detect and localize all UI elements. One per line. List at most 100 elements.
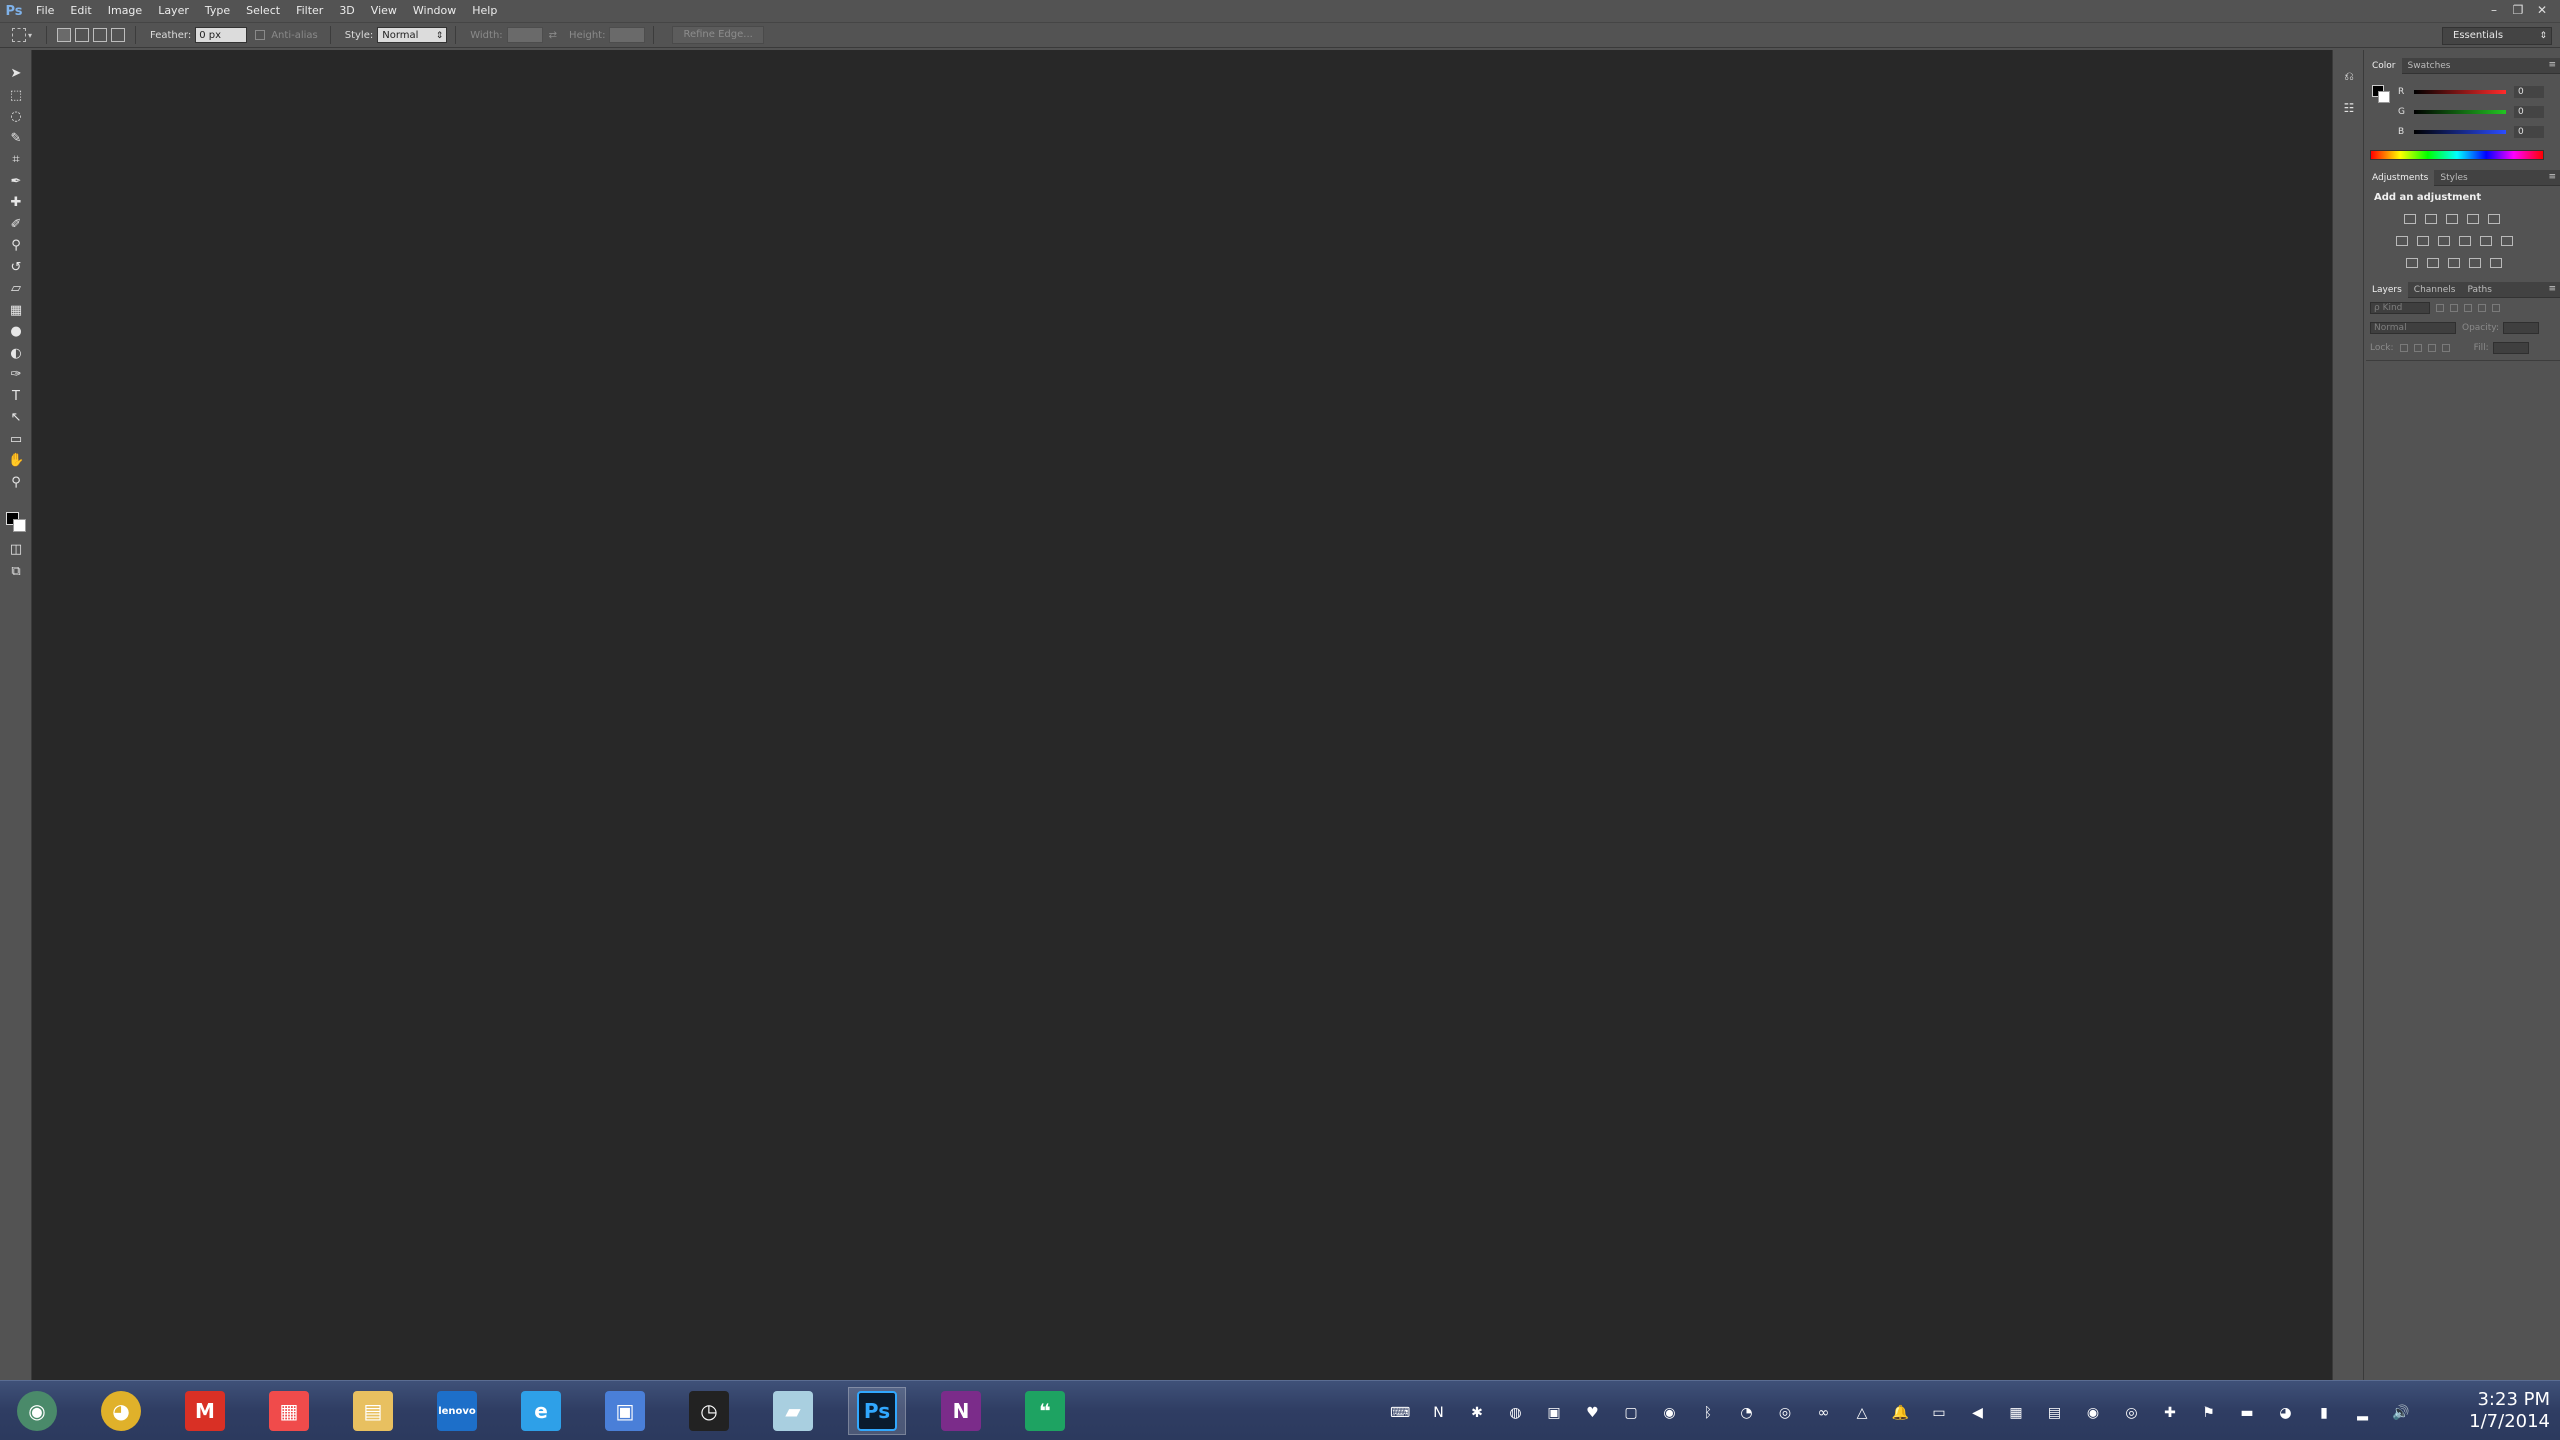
blend-mode-select[interactable]: Normal bbox=[2370, 322, 2456, 334]
taskbar-file-explorer-icon[interactable]: ▤ bbox=[344, 1387, 402, 1435]
norton-icon[interactable]: ◔ bbox=[1737, 1403, 1757, 1423]
tab-channels[interactable]: Channels bbox=[2408, 282, 2462, 298]
clock[interactable]: 3:23 PM 1/7/2014 bbox=[2450, 1389, 2550, 1433]
new-selection-icon[interactable] bbox=[57, 28, 72, 42]
intersect-selection-icon[interactable] bbox=[111, 28, 126, 42]
adjustment-3-5-icon[interactable] bbox=[2490, 258, 2502, 268]
workspace-select[interactable]: Essentials bbox=[2442, 27, 2552, 45]
pixel-filter-icon[interactable] bbox=[2436, 304, 2444, 312]
path-selection-tool-icon[interactable]: ↖ bbox=[8, 410, 24, 426]
add-to-selection-icon[interactable] bbox=[75, 28, 90, 42]
lock-all-icon[interactable] bbox=[2441, 344, 2450, 352]
camera-icon[interactable]: ▢ bbox=[1621, 1403, 1641, 1423]
brush-tool-icon[interactable]: ✐ bbox=[8, 217, 24, 233]
panel-menu-icon[interactable]: ≡ bbox=[2548, 284, 2556, 294]
swap-icon[interactable]: ⇄ bbox=[549, 30, 557, 41]
sync-icon[interactable]: ◎ bbox=[1775, 1403, 1795, 1423]
tab-styles[interactable]: Styles bbox=[2434, 170, 2473, 186]
lock-position-icon[interactable] bbox=[2427, 344, 2436, 352]
taskbar-gmail-icon[interactable]: M bbox=[176, 1387, 234, 1435]
taskbar-onenote-screen-clipper-icon[interactable]: N bbox=[932, 1387, 990, 1435]
adjustment-2-3-icon[interactable] bbox=[2438, 236, 2450, 246]
adjustment-3-1-icon[interactable] bbox=[2406, 258, 2418, 268]
pen-tool-icon[interactable]: ✑ bbox=[8, 367, 24, 383]
blue-channel-slider[interactable] bbox=[2414, 130, 2506, 134]
lock-image-icon[interactable] bbox=[2413, 344, 2422, 352]
zoom-tool-icon[interactable]: ⚲ bbox=[8, 475, 24, 491]
quick-mask-icon[interactable]: ◫ bbox=[8, 542, 24, 558]
menu-window[interactable]: Window bbox=[405, 0, 464, 22]
background-color-swatch[interactable] bbox=[13, 519, 26, 532]
red-channel-value[interactable]: 0 bbox=[2514, 86, 2544, 98]
battery-app-icon[interactable]: ◉ bbox=[2083, 1403, 2103, 1423]
eraser-tool-icon[interactable]: ▱ bbox=[8, 281, 24, 297]
adjustment-3-4-icon[interactable] bbox=[2469, 258, 2481, 268]
hand-tool-icon[interactable]: ✋ bbox=[8, 453, 24, 469]
quick-selection-tool-icon[interactable]: ✎ bbox=[8, 131, 24, 147]
usb-icon[interactable]: ▬ bbox=[2237, 1403, 2257, 1423]
onenote-icon[interactable]: N bbox=[1429, 1403, 1449, 1423]
restore-button[interactable]: ❐ bbox=[2506, 3, 2530, 19]
healing-brush-tool-icon[interactable]: ✚ bbox=[8, 195, 24, 211]
lasso-tool-icon[interactable]: ◌ bbox=[8, 109, 24, 125]
bluetooth-icon[interactable]: ᛒ bbox=[1698, 1403, 1718, 1423]
taskbar-scratchpad-icon[interactable]: ▰ bbox=[764, 1387, 822, 1435]
volume-mute-icon[interactable]: ◀ bbox=[1968, 1403, 1988, 1423]
adjustment-filter-icon[interactable] bbox=[2450, 304, 2458, 312]
refine-edge-button[interactable]: Refine Edge... bbox=[672, 26, 764, 44]
tab-color[interactable]: Color bbox=[2366, 57, 2402, 74]
network-monitor-icon[interactable]: ▦ bbox=[2006, 1403, 2026, 1423]
menu-view[interactable]: View bbox=[363, 0, 405, 22]
taskbar-photoshop-icon[interactable]: Ps bbox=[848, 1387, 906, 1435]
adjustment-3-3-icon[interactable] bbox=[2448, 258, 2460, 268]
taskbar-remote-desktop-icon[interactable]: ▣ bbox=[596, 1387, 654, 1435]
chevron-down-icon[interactable]: ▾ bbox=[28, 31, 32, 40]
hearts-icon[interactable]: ♥ bbox=[1583, 1403, 1603, 1423]
history-panel-icon[interactable]: ⎌ bbox=[2341, 68, 2357, 84]
adjustment-2-2-icon[interactable] bbox=[2417, 236, 2429, 246]
opacity-input[interactable] bbox=[2503, 322, 2539, 334]
menu-file[interactable]: File bbox=[28, 0, 62, 22]
rectangle-tool-icon[interactable]: ▭ bbox=[8, 432, 24, 448]
clone-stamp-tool-icon[interactable]: ⚲ bbox=[8, 238, 24, 254]
taskbar-start-orb-icon[interactable]: ◉ bbox=[8, 1387, 66, 1435]
history-brush-tool-icon[interactable]: ↺ bbox=[8, 260, 24, 276]
chrome-2-icon[interactable]: ◕ bbox=[2276, 1403, 2296, 1423]
adjustment-2-6-icon[interactable] bbox=[2501, 236, 2513, 246]
action-center-icon[interactable]: ▭ bbox=[1929, 1403, 1949, 1423]
layers-list[interactable] bbox=[2366, 360, 2560, 1400]
taskbar-stopwatch-icon[interactable]: ◷ bbox=[680, 1387, 738, 1435]
green-channel-slider[interactable] bbox=[2414, 110, 2506, 114]
tab-adjustments[interactable]: Adjustments bbox=[2366, 169, 2435, 186]
dropbox-icon[interactable]: ◍ bbox=[1506, 1403, 1526, 1423]
speaker-icon[interactable]: 🔊 bbox=[2391, 1403, 2411, 1423]
tab-paths[interactable]: Paths bbox=[2461, 282, 2497, 298]
type-filter-icon[interactable] bbox=[2464, 304, 2472, 312]
panel-menu-icon[interactable]: ≡ bbox=[2548, 60, 2556, 70]
yammer-icon[interactable]: ✱ bbox=[1467, 1403, 1487, 1423]
fill-input[interactable] bbox=[2492, 342, 2529, 354]
menu-image[interactable]: Image bbox=[100, 0, 150, 22]
keyboard-icon[interactable]: ⌨ bbox=[1390, 1403, 1410, 1423]
panel-menu-icon[interactable]: ≡ bbox=[2548, 172, 2556, 182]
smart-object-filter-icon[interactable] bbox=[2492, 304, 2500, 312]
lock-transparent-icon[interactable] bbox=[2399, 344, 2408, 352]
marquee-tool-icon[interactable]: ⬚ bbox=[8, 88, 24, 104]
color-spectrum[interactable] bbox=[2370, 150, 2544, 160]
battery-icon[interactable]: ▮ bbox=[2314, 1403, 2334, 1423]
adjustment-3-2-icon[interactable] bbox=[2427, 258, 2439, 268]
document-area[interactable] bbox=[32, 50, 2332, 1380]
menu-filter[interactable]: Filter bbox=[288, 0, 331, 22]
flag-icon[interactable]: ⚑ bbox=[2199, 1403, 2219, 1423]
chrome-tray-icon[interactable]: ◎ bbox=[2122, 1403, 2142, 1423]
menu-edit[interactable]: Edit bbox=[62, 0, 99, 22]
green-channel-value[interactable]: 0 bbox=[2514, 106, 2544, 118]
menu-help[interactable]: Help bbox=[464, 0, 505, 22]
anti-alias-checkbox[interactable] bbox=[255, 30, 266, 40]
adjustment-1-1-icon[interactable] bbox=[2404, 214, 2416, 224]
adjustment-1-3-icon[interactable] bbox=[2446, 214, 2458, 224]
shape-filter-icon[interactable] bbox=[2478, 304, 2486, 312]
properties-panel-icon[interactable]: ☷ bbox=[2341, 100, 2357, 116]
eyedropper-tool-icon[interactable]: ✒ bbox=[8, 174, 24, 190]
menu-3d[interactable]: 3D bbox=[331, 0, 362, 22]
